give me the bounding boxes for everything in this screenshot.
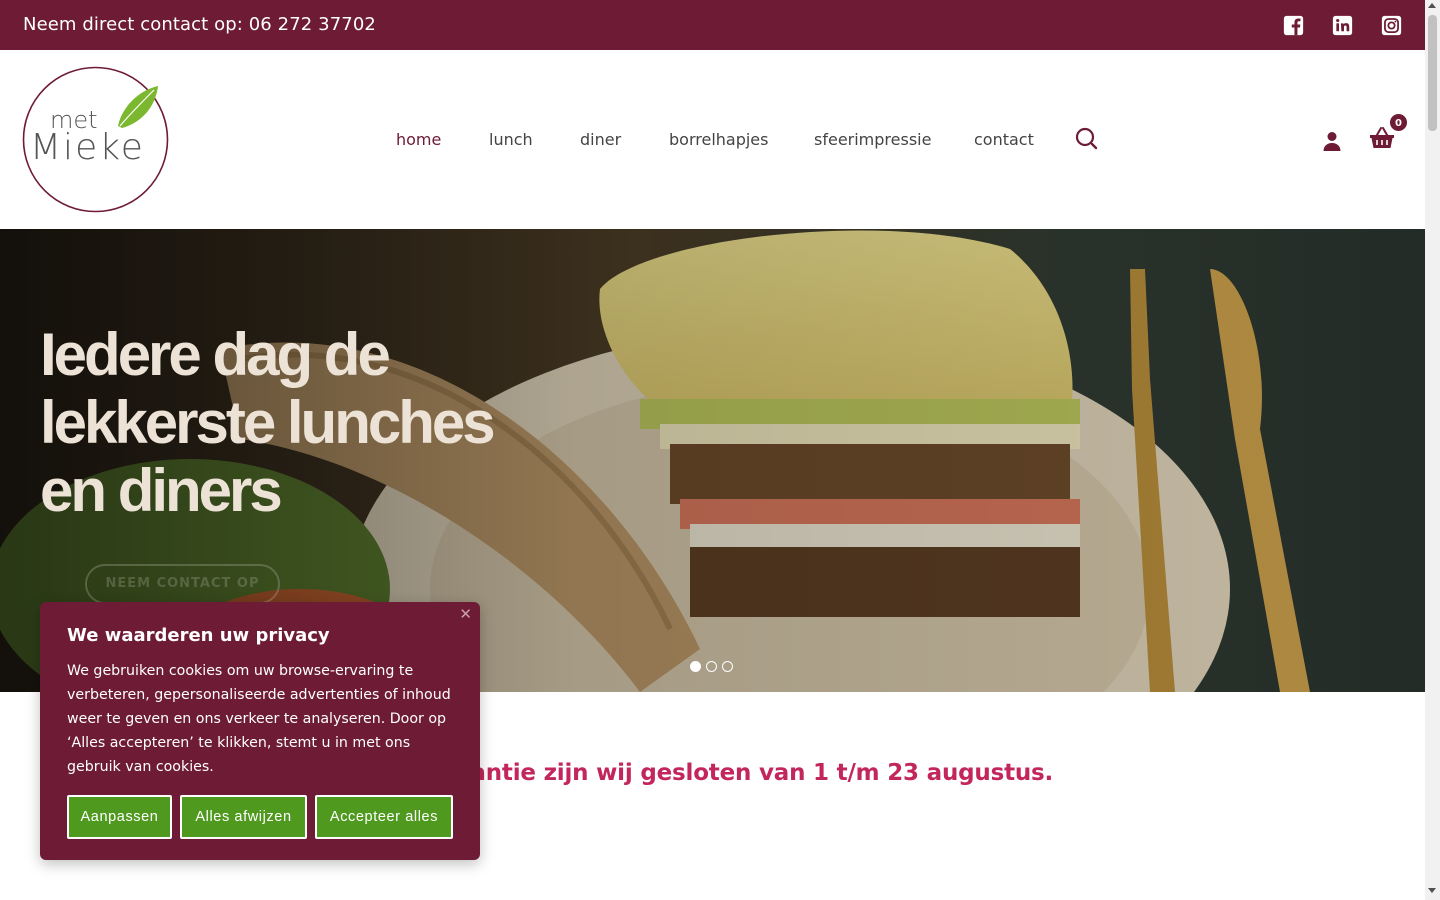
- facebook-icon[interactable]: [1283, 15, 1304, 36]
- hero-contact-button[interactable]: NEEM CONTACT OP: [85, 564, 280, 604]
- slider-dot-2[interactable]: [706, 661, 717, 672]
- nav-item-diner[interactable]: diner: [580, 130, 621, 149]
- slider-dot-3[interactable]: [722, 661, 733, 672]
- site-header: met Mieke home lunch diner borrelhapjes …: [0, 50, 1425, 229]
- scrollbar-thumb[interactable]: [1428, 15, 1437, 131]
- cookie-consent-banner: ✕ We waarderen uw privacy We gebruiken c…: [40, 602, 480, 860]
- linkedin-icon[interactable]: [1332, 15, 1353, 36]
- page-scrollbar[interactable]: [1425, 0, 1440, 900]
- top-contact-bar: Neem direct contact op: 06 272 37702: [0, 0, 1425, 50]
- hero-title: Iedere dag de lekkerste lunches en diner…: [40, 321, 560, 525]
- nav-item-sfeerimpressie[interactable]: sfeerimpressie: [814, 130, 931, 149]
- close-icon[interactable]: ✕: [459, 605, 472, 623]
- cart-count-badge: 0: [1389, 113, 1408, 132]
- nav-item-contact[interactable]: contact: [974, 130, 1034, 149]
- slider-dot-1[interactable]: [690, 661, 701, 672]
- cookie-description: We gebruiken cookies om uw browse-ervari…: [67, 663, 451, 775]
- nav-item-home[interactable]: home: [396, 130, 441, 149]
- instagram-icon[interactable]: [1381, 15, 1402, 36]
- hero-title-line-1: Iedere dag de: [40, 321, 391, 388]
- hero-title-line-3: en diners: [40, 457, 283, 524]
- scroll-up-arrow-icon[interactable]: [1428, 3, 1436, 8]
- cookie-accept-button[interactable]: Accepteer alles: [315, 795, 453, 839]
- user-account-icon[interactable]: [1322, 131, 1342, 151]
- contact-phone-text[interactable]: Neem direct contact op: 06 272 37702: [23, 14, 376, 35]
- nav-item-borrelhapjes[interactable]: borrelhapjes: [669, 130, 768, 149]
- vacation-notice: akantie zijn wij gesloten van 1 t/m 23 a…: [440, 760, 1054, 786]
- main-navigation: home lunch diner borrelhapjes sfeerimpre…: [0, 130, 1425, 154]
- nav-item-lunch[interactable]: lunch: [489, 130, 533, 149]
- scroll-down-arrow-icon[interactable]: [1428, 888, 1436, 893]
- hero-title-line-2: lekkerste lunches: [40, 389, 496, 456]
- shopping-basket-icon[interactable]: [1369, 126, 1395, 150]
- cookie-customize-button[interactable]: Aanpassen: [67, 795, 172, 839]
- cookie-title: We waarderen uw privacy: [67, 625, 330, 646]
- cookie-reject-button[interactable]: Alles afwijzen: [180, 795, 307, 839]
- search-icon[interactable]: [1075, 127, 1098, 150]
